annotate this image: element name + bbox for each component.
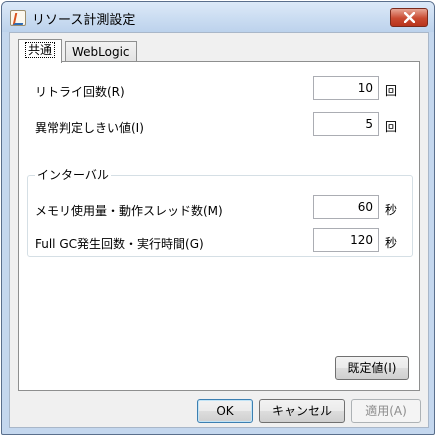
full-gc-input[interactable] — [313, 228, 379, 252]
memory-thread-input[interactable] — [313, 195, 379, 219]
dialog-window: リソース計測設定 共通 WebLogic リトライ回数(R) 回 異常判定しきい… — [1, 1, 435, 435]
interval-group-title: インターバル — [35, 166, 111, 183]
retry-count-unit: 回 — [385, 84, 398, 98]
tab-weblogic[interactable]: WebLogic — [65, 41, 137, 63]
close-button[interactable] — [390, 8, 428, 27]
threshold-input[interactable] — [313, 112, 379, 136]
dialog-content: 共通 WebLogic リトライ回数(R) 回 異常判定しきい値(I) 回 イン… — [9, 32, 429, 428]
window-title: リソース計測設定 — [32, 13, 136, 28]
threshold-label: 異常判定しきい値(I) — [35, 121, 144, 135]
title-bar[interactable]: リソース計測設定 — [2, 2, 434, 32]
default-value-button[interactable]: 既定値(I) — [335, 356, 409, 380]
tab-panel-common: リトライ回数(R) 回 異常判定しきい値(I) 回 インターバル メモリ使用量・… — [18, 61, 420, 391]
cancel-button[interactable]: キャンセル — [259, 399, 345, 423]
close-icon — [404, 12, 415, 23]
java-app-icon — [10, 10, 26, 26]
tab-weblogic-label: WebLogic — [72, 45, 130, 59]
retry-count-input[interactable] — [313, 76, 379, 100]
threshold-unit: 回 — [385, 120, 398, 134]
memory-thread-label: メモリ使用量・動作スレッド数(M) — [35, 204, 223, 218]
ok-button[interactable]: OK — [197, 399, 253, 423]
tab-common[interactable]: 共通 — [18, 39, 63, 63]
tab-common-label: 共通 — [25, 42, 56, 58]
full-gc-unit: 秒 — [385, 236, 398, 250]
retry-count-label: リトライ回数(R) — [35, 85, 125, 99]
memory-thread-unit: 秒 — [385, 203, 398, 217]
apply-button[interactable]: 適用(A) — [351, 399, 421, 423]
full-gc-label: Full GC発生回数・実行時間(G) — [35, 237, 204, 251]
